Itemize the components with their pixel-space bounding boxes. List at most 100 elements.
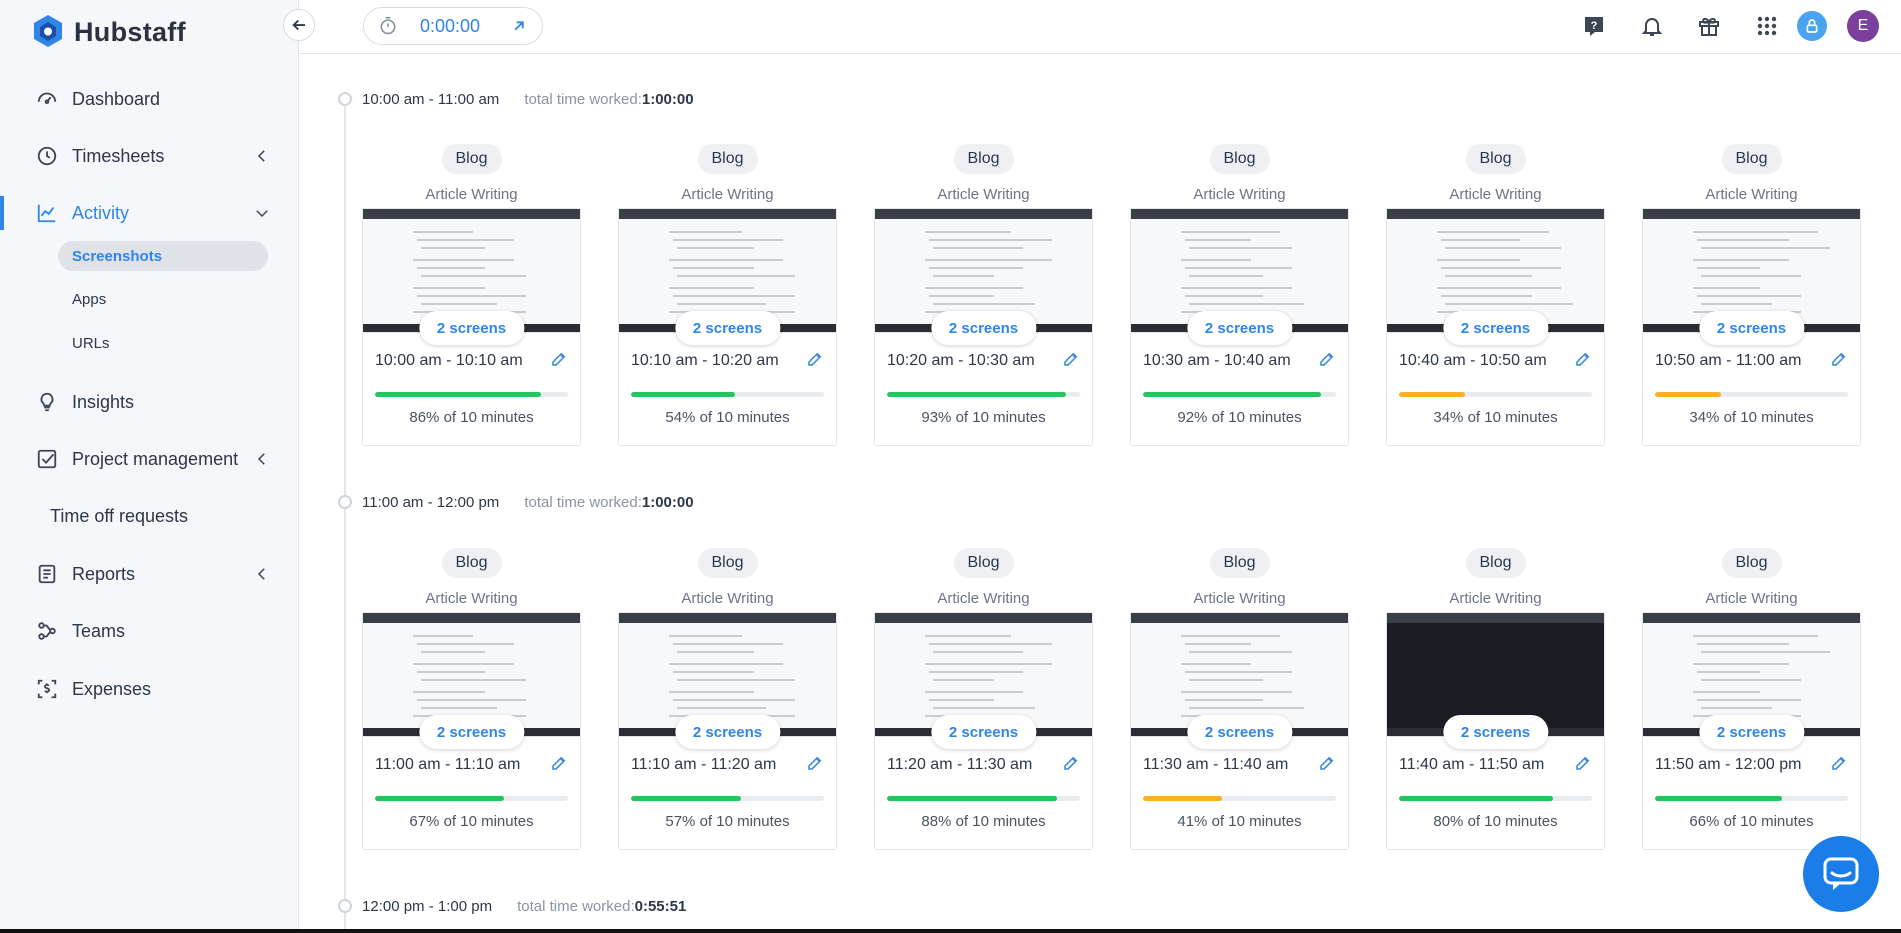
screens-count-button[interactable]: 2 screens: [1698, 715, 1805, 749]
sidebar-item-dashboard[interactable]: Dashboard: [0, 79, 299, 119]
project-pill[interactable]: Blog: [441, 144, 502, 174]
sidebar-item-expenses[interactable]: Expenses: [0, 669, 299, 709]
project-pill[interactable]: Blog: [953, 548, 1014, 578]
screens-count-button[interactable]: 2 screens: [674, 311, 781, 345]
project-pill[interactable]: Blog: [1209, 548, 1270, 578]
activity-percent: 57% of 10 minutes: [665, 813, 790, 830]
edit-pencil-icon[interactable]: [806, 350, 824, 368]
screens-count-button[interactable]: 2 screens: [1186, 311, 1293, 345]
thumb-titlebar: [1643, 613, 1860, 623]
activity-progress-bar: [887, 796, 1080, 801]
edit-pencil-icon[interactable]: [1830, 350, 1848, 368]
activity-progress-bar: [1399, 796, 1592, 801]
screens-count-button[interactable]: 2 screens: [930, 311, 1037, 345]
project-pill[interactable]: Blog: [697, 548, 758, 578]
open-timer-arrow-icon[interactable]: [510, 17, 528, 35]
sidebar-item-timesheets[interactable]: Timesheets: [0, 136, 299, 176]
screens-count-button[interactable]: 2 screens: [1186, 715, 1293, 749]
brand-name: Hubstaff: [74, 16, 186, 47]
edit-pencil-icon[interactable]: [1318, 754, 1336, 772]
card-time-range: 11:10 am - 11:20 am: [631, 756, 777, 773]
activity-percent: 41% of 10 minutes: [1177, 813, 1302, 830]
screens-count-button[interactable]: 2 screens: [1442, 715, 1549, 749]
edit-pencil-icon[interactable]: [1318, 350, 1336, 368]
card-time-range: 10:00 am - 10:10 am: [375, 352, 523, 369]
bottom-strip: [0, 929, 1901, 933]
gift-button[interactable]: [1695, 12, 1723, 40]
screens-count-button[interactable]: 2 screens: [418, 311, 525, 345]
screens-count-button[interactable]: 2 screens: [418, 715, 525, 749]
help-chat-icon: ?: [1585, 17, 1603, 36]
task-name: Article Writing: [425, 590, 518, 607]
screenshot-card-body: 2 screens 10:50 am - 11:00 am 34% of 10 mi…: [1642, 208, 1861, 446]
chevron-down-icon[interactable]: [253, 204, 271, 222]
project-pill[interactable]: Blog: [1209, 144, 1270, 174]
chevron-left-icon[interactable]: [253, 450, 271, 468]
stopwatch-icon: [380, 16, 396, 35]
edit-pencil-icon[interactable]: [1574, 350, 1592, 368]
security-button[interactable]: [1797, 11, 1827, 41]
project-pill[interactable]: Blog: [1465, 548, 1526, 578]
task-name: Article Writing: [1449, 186, 1542, 203]
project-pill[interactable]: Blog: [1721, 548, 1782, 578]
project-pill[interactable]: Blog: [1465, 144, 1526, 174]
project-pill[interactable]: Blog: [953, 144, 1014, 174]
chevron-left-icon[interactable]: [253, 147, 271, 165]
hubstaff-logo[interactable]: Hubstaff: [28, 12, 186, 52]
sidebar-item-label: Project management: [72, 448, 239, 469]
edit-pencil-icon[interactable]: [550, 754, 568, 772]
screenshot-card-body: 2 screens 10:30 am - 10:40 am 92% of 10 mi…: [1130, 208, 1349, 446]
sidebar-item-label: Dashboard: [72, 88, 161, 109]
task-name: Article Writing: [1705, 590, 1798, 607]
card-time-range: 11:30 am - 11:40 am: [1143, 756, 1289, 773]
subnav-apps[interactable]: Apps: [58, 284, 268, 314]
screens-count-button[interactable]: 2 screens: [930, 715, 1037, 749]
sidebar-item-reports[interactable]: Reports: [0, 554, 299, 594]
edit-pencil-icon[interactable]: [1062, 754, 1080, 772]
edit-pencil-icon[interactable]: [1830, 754, 1848, 772]
screens-count-button[interactable]: 2 screens: [1442, 311, 1549, 345]
edit-pencil-icon[interactable]: [1062, 350, 1080, 368]
sidebar-item-time-off[interactable]: Time off requests: [0, 496, 299, 536]
activity-percent: 67% of 10 minutes: [409, 813, 534, 830]
subnav-urls[interactable]: URLs: [58, 328, 268, 358]
edit-pencil-icon[interactable]: [550, 350, 568, 368]
total-label: total time worked:: [517, 897, 635, 915]
total-label: total time worked:: [524, 90, 642, 108]
project-pill[interactable]: Blog: [441, 548, 502, 578]
sidebar-item-teams[interactable]: Teams: [0, 611, 299, 651]
card-time-range: 10:10 am - 10:20 am: [631, 352, 779, 369]
screens-count-button[interactable]: 2 screens: [1698, 311, 1805, 345]
sidebar-item-insights[interactable]: Insights: [0, 382, 299, 422]
card-time-range: 11:40 am - 11:50 am: [1399, 756, 1545, 773]
avatar[interactable]: E: [1847, 10, 1879, 42]
timer-widget[interactable]: 0:00:00: [363, 7, 543, 45]
timeline-dot: [338, 899, 352, 913]
activity-percent: 86% of 10 minutes: [409, 409, 534, 426]
subnav-screenshots[interactable]: Screenshots: [58, 241, 268, 271]
help-button[interactable]: ?: [1580, 12, 1608, 40]
project-pill[interactable]: Blog: [1721, 144, 1782, 174]
total-value: 0:55:51: [634, 897, 687, 915]
sidebar-item-project-management[interactable]: Project management: [0, 439, 299, 479]
screenshot-card-body: 2 screens 11:50 am - 12:00 pm 66% of 10 mi…: [1642, 612, 1861, 850]
apps-grid-button[interactable]: [1753, 12, 1781, 40]
notifications-button[interactable]: [1638, 12, 1666, 40]
teams-icon: [36, 620, 58, 642]
screenshot-card-body: 2 screens 10:10 am - 10:20 am 54% of 10 mi…: [618, 208, 837, 446]
subnav-label: URLs: [72, 334, 110, 352]
bell-icon: [1641, 18, 1663, 36]
sidebar-item-activity[interactable]: Activity: [0, 193, 299, 233]
chat-support-button[interactable]: [1803, 836, 1879, 912]
screenshot-card-body: 2 screens 11:30 am - 11:40 am 41% of 10 mi…: [1130, 612, 1349, 850]
edit-pencil-icon[interactable]: [806, 754, 824, 772]
task-name: Article Writing: [1705, 186, 1798, 203]
screenshot-card-body: 2 screens 11:40 am - 11:50 am 80% of 10 mi…: [1386, 612, 1605, 850]
collapse-sidebar-button[interactable]: [283, 9, 315, 41]
edit-pencil-icon[interactable]: [1574, 754, 1592, 772]
project-pill[interactable]: Blog: [697, 144, 758, 174]
thumb-titlebar: [1643, 209, 1860, 219]
thumb-titlebar: [1387, 613, 1604, 623]
chevron-left-icon[interactable]: [253, 565, 271, 583]
screens-count-button[interactable]: 2 screens: [674, 715, 781, 749]
